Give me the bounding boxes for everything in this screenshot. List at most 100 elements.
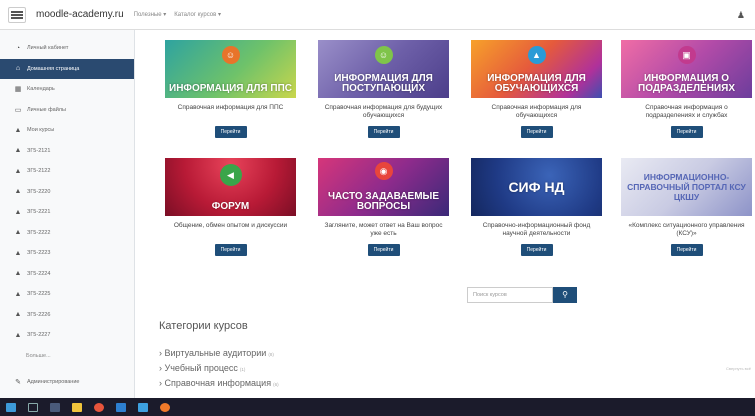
home-icon: ⌂	[15, 65, 21, 73]
go-button[interactable]: Перейти	[367, 244, 400, 256]
menu-toggle-icon[interactable]	[8, 6, 26, 23]
nav-link-useful[interactable]: Полезные ▾	[134, 11, 167, 18]
category-item[interactable]: › Учебный процесс (1)	[159, 363, 245, 373]
sidebar-course-label: ЗГ5-2226	[27, 311, 51, 318]
collapse-all-link[interactable]: Свернуть всё	[726, 366, 751, 371]
card-description: Справочная информация для ППС	[177, 104, 284, 111]
info-card-sif-nd: СИФ НД Справочно-информационный фонд нау…	[471, 158, 602, 256]
nav-link-catalog[interactable]: Каталог курсов ▾	[174, 11, 221, 18]
card-banner[interactable]: ☺ ИНФОРМАЦИЯ ДЛЯ ПОСТУПАЮЩИХ	[318, 40, 449, 98]
gauge-icon: ◔	[15, 44, 21, 52]
card-banner-title: ИНФОРМАЦИЯ ДЛЯ ПОСТУПАЮЩИХ	[334, 73, 433, 94]
sidebar-item-label: Домашняя страница	[27, 65, 80, 72]
graduation-cap-icon: ▲	[14, 188, 22, 196]
sidebar-course[interactable]: ▲ ЗГ5-2226	[0, 305, 134, 326]
course-search-input[interactable]: Поиск курсов	[467, 287, 553, 303]
go-button[interactable]: Перейти	[670, 126, 703, 138]
card-banner-title: ИНФОРМАЦИЯ ДЛЯ ППС	[169, 83, 292, 94]
sidebar-item-dashboard[interactable]: ◔ Личный кабинет	[0, 38, 134, 59]
card-description: Загляните, может ответ на Ваш вопрос уже…	[324, 222, 443, 237]
sidebar-item-files[interactable]: ▭ Личные файлы	[0, 100, 134, 121]
search-icon[interactable]: ⚲	[553, 287, 577, 303]
info-card-ksu-portal: ИНФОРМАЦИОННО-СПРАВОЧНЫЙ ПОРТАЛ КСУ ЦКШУ…	[621, 158, 752, 256]
sidebar-course[interactable]: ▲ ЗГ5-2227	[0, 325, 134, 346]
sidebar-item-label: Личный кабинет	[27, 45, 69, 52]
go-button[interactable]: Перейти	[214, 126, 247, 138]
sidebar-course[interactable]: ▲ ЗГ5-2223	[0, 243, 134, 264]
category-item[interactable]: › Справочная информация (6)	[159, 378, 279, 388]
sidebar-item-home[interactable]: ⌂ Домашняя страница	[0, 58, 134, 79]
sidebar-course[interactable]: ▲ ЗГ5-2220	[0, 182, 134, 203]
sidebar-course[interactable]: ▲ ЗГ5-2121	[0, 141, 134, 162]
card-banner[interactable]: ☺ ИНФОРМАЦИЯ ДЛЯ ППС	[165, 40, 296, 98]
sidebar-course[interactable]: ▲ ЗГ5-2224	[0, 264, 134, 285]
sidebar-item-label: Администрирование	[27, 379, 80, 386]
go-button[interactable]: Перейти	[520, 244, 553, 256]
windows-icon[interactable]	[6, 402, 16, 412]
graduation-cap-icon: ▲	[14, 331, 22, 339]
card-banner[interactable]: ▲ ИНФОРМАЦИЯ ДЛЯ ОБУЧАЮЩИХСЯ	[471, 40, 602, 98]
go-button[interactable]: Перейти	[367, 126, 400, 138]
graduation-cap-icon: ▲	[527, 46, 546, 64]
sidebar-course-label: ЗГ5-2220	[27, 188, 51, 195]
sidebar-course-label: ЗГ5-2122	[27, 168, 51, 175]
explorer-icon[interactable]	[72, 402, 82, 412]
card-banner[interactable]: ▣ ИНФОРМАЦИЯ О ПОДРАЗДЕЛЕНИЯХ	[621, 40, 752, 98]
sidebar-course[interactable]: ▲ ЗГ5-2122	[0, 161, 134, 182]
sidebar-course[interactable]: ▲ ЗГ5-2222	[0, 223, 134, 244]
info-card-students: ▲ ИНФОРМАЦИЯ ДЛЯ ОБУЧАЮЩИХСЯ Справочная …	[471, 40, 602, 138]
user-icon: ☺	[221, 46, 240, 64]
file-icon: ▭	[14, 106, 22, 114]
card-description: Общение, обмен опытом и дискуссии	[173, 222, 288, 229]
sidebar-item-admin[interactable]: ✎ Администрирование	[0, 372, 134, 393]
category-arrow-icon: ›	[159, 348, 162, 358]
card-banner[interactable]: ИНФОРМАЦИОННО-СПРАВОЧНЫЙ ПОРТАЛ КСУ ЦКШУ	[621, 158, 752, 216]
sidebar-course[interactable]: ▲ ЗГ5-2225	[0, 284, 134, 305]
go-button[interactable]: Перейти	[520, 126, 553, 138]
app-icon[interactable]	[160, 402, 170, 412]
category-label: Справочная информация	[164, 378, 272, 388]
store-icon[interactable]	[116, 402, 126, 412]
chrome-icon[interactable]	[94, 402, 104, 412]
info-card-forum: ◀ ФОРУМ Общение, обмен опытом и дискусси…	[165, 158, 296, 256]
category-count: (1)	[239, 367, 246, 372]
main-content: ☺ ИНФОРМАЦИЯ ДЛЯ ППС Справочная информац…	[135, 30, 755, 398]
bell-icon[interactable]: ♟	[737, 10, 745, 21]
card-banner[interactable]: ◀ ФОРУМ	[165, 158, 296, 216]
category-arrow-icon: ›	[159, 378, 162, 388]
wrench-icon: ✎	[15, 379, 21, 387]
card-banner[interactable]: ◉ ЧАСТО ЗАДАВАЕМЫЕ ВОПРОСЫ	[318, 158, 449, 216]
graduation-cap-icon: ▲	[14, 311, 22, 319]
sidebar-item-my-courses[interactable]: ▲ Мои курсы	[0, 120, 134, 141]
sidebar-course-label: ЗГ5-2224	[27, 270, 51, 277]
task-view-icon[interactable]	[50, 402, 60, 412]
graduation-cap-icon: ▲	[14, 270, 22, 278]
sidebar-item-calendar[interactable]: ▦ Календарь	[0, 79, 134, 100]
card-banner[interactable]: СИФ НД	[471, 158, 602, 216]
site-brand[interactable]: moodle-academy.ru	[36, 9, 124, 20]
card-description: «Комплекс ситуационного управления (КСУ)…	[628, 222, 745, 237]
chat-icon: ◉	[374, 162, 393, 180]
category-item[interactable]: › Виртуальные аудитории (8)	[159, 348, 274, 358]
category-count: (8)	[268, 352, 274, 357]
go-button[interactable]: Перейти	[214, 244, 247, 256]
sidebar-course[interactable]: ▲ ЗГ5-2221	[0, 202, 134, 223]
mail-icon[interactable]	[138, 402, 148, 412]
category-label: Учебный процесс	[164, 363, 238, 373]
info-card-faq: ◉ ЧАСТО ЗАДАВАЕМЫЕ ВОПРОСЫ Загляните, мо…	[318, 158, 449, 256]
sidebar-course-label: ЗГ5-2225	[27, 291, 51, 298]
graduation-cap-icon: ▲	[14, 229, 22, 237]
category-arrow-icon: ›	[159, 363, 162, 373]
category-label: Виртуальные аудитории	[164, 348, 267, 358]
calendar-icon: ▦	[14, 86, 22, 94]
card-banner-title: СИФ НД	[508, 179, 565, 195]
sidebar: ◔ Личный кабинет ⌂ Домашняя страница ▦ К…	[0, 30, 135, 398]
user-icon: ☺	[374, 46, 393, 64]
sidebar-more-link[interactable]: Больше...	[0, 346, 134, 367]
graduation-cap-icon: ▲	[14, 126, 22, 134]
go-button[interactable]: Перейти	[670, 244, 703, 256]
card-banner-title: ФОРУМ	[211, 201, 250, 212]
search-icon[interactable]	[28, 402, 38, 412]
card-description: Справочно-информационный фонд научной де…	[482, 222, 591, 237]
building-icon: ▣	[677, 46, 696, 64]
